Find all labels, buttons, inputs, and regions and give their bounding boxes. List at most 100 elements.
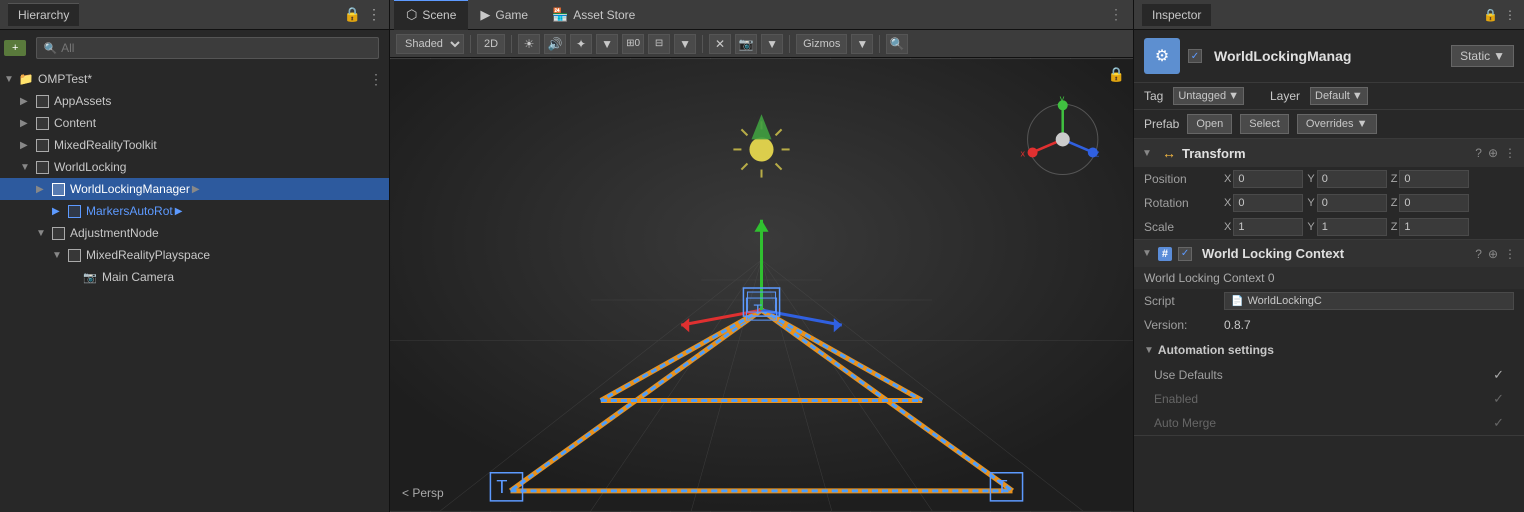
inspector-more-icon[interactable]: ⋮ (1504, 8, 1516, 22)
static-label: Static (1460, 49, 1490, 63)
search-bar[interactable]: 🔍 (36, 37, 379, 59)
arrow-content: ▶ (20, 118, 34, 129)
scene-lock-icon[interactable]: 🔒 (1108, 66, 1125, 83)
camera-btn2[interactable]: ▼ (761, 34, 783, 54)
tab-assetstore[interactable]: 🏪 Asset Store (540, 0, 647, 30)
transform-header[interactable]: ▼ ↔ Transform ? ⊕ ⋮ (1134, 139, 1524, 167)
arrow-worldlocking: ▼ (20, 162, 34, 173)
enabled-row: Enabled ✓ (1134, 387, 1524, 411)
tab-game[interactable]: ▶ Game (468, 0, 540, 30)
scale-y-field[interactable]: 1 (1317, 218, 1387, 236)
more-options-omptest[interactable]: ⋮ (369, 71, 383, 88)
tree-item-content[interactable]: ▶ Content (0, 112, 389, 134)
tree-item-markersautorot[interactable]: ▶ MarkersAutoRot ▶ (0, 200, 389, 222)
tree-item-maincamera[interactable]: ▶ 📷 Main Camera (0, 266, 389, 288)
scale-z-field[interactable]: 1 (1399, 218, 1469, 236)
tree-item-mixedreality[interactable]: ▶ MixedRealityToolkit (0, 134, 389, 156)
enabled-checkbox[interactable]: ✓ (1493, 391, 1504, 407)
script-label: Script (1144, 294, 1224, 308)
pos-z-field[interactable]: 0 (1399, 170, 1469, 188)
grid-toggle[interactable]: ⊞0 (622, 34, 644, 54)
center-panel-more[interactable]: ⋮ (1109, 6, 1129, 23)
scale-x-field[interactable]: 1 (1233, 218, 1303, 236)
arrow-playspace: ▼ (52, 250, 66, 261)
search-scene-btn[interactable]: 🔍 (886, 34, 908, 54)
2d-button[interactable]: 2D (477, 34, 505, 54)
tree-item-worldlocking[interactable]: ▼ WorldLocking (0, 156, 389, 178)
search-input[interactable] (61, 41, 372, 55)
add-button[interactable]: + (4, 40, 26, 56)
object-icon-symbol: ⚙ (1155, 46, 1169, 66)
tab-scene[interactable]: ⬡ Scene (394, 0, 468, 30)
light-toggle[interactable]: ☀ (518, 34, 540, 54)
pos-x-axis: X (1224, 173, 1231, 185)
hierarchy-panel: Hierarchy 🔒 ⋮ + 🔍 ▼ 📁 OMPTest* ⋮ ▶ AppAs… (0, 0, 390, 512)
script-name: WorldLockingC (1247, 295, 1321, 307)
wlc-snap-icon[interactable]: ⊕ (1488, 247, 1498, 261)
more-icon[interactable]: ⋮ (367, 6, 381, 23)
fx-toggle[interactable]: ✦ (570, 34, 592, 54)
layer-dropdown-arrow: ▼ (1352, 90, 1363, 102)
tag-label: Tag (1144, 89, 1163, 103)
wlc-more-icon[interactable]: ⋮ (1504, 247, 1516, 261)
tree-item-adjustmentnode[interactable]: ▼ AdjustmentNode (0, 222, 389, 244)
wlc-actions: ? ⊕ ⋮ (1475, 247, 1516, 261)
gizmos-button[interactable]: Gizmos (796, 34, 847, 54)
wlc-enable-checkbox[interactable]: ✓ (1178, 247, 1192, 261)
transform-snap-icon[interactable]: ⊕ (1488, 146, 1498, 160)
use-defaults-row: Use Defaults ✓ (1134, 363, 1524, 387)
rot-x-field[interactable]: 0 (1233, 194, 1303, 212)
transform-tool[interactable]: ✕ (709, 34, 731, 54)
tree-item-worldlockingmanager[interactable]: ▶ WorldLockingManager ▶ (0, 178, 389, 200)
overrides-button[interactable]: Overrides ▼ (1297, 114, 1377, 134)
tree-item-mixedrealityplayspace[interactable]: ▼ MixedRealityPlayspace (0, 244, 389, 266)
svg-text:x: x (1021, 148, 1026, 158)
open-button[interactable]: Open (1187, 114, 1232, 134)
inspector-tab[interactable]: Inspector (1142, 4, 1211, 26)
grid-btn2[interactable]: ⊟ (648, 34, 670, 54)
folder-icon-omptest: 📁 (18, 71, 34, 87)
audio-toggle[interactable]: 🔊 (544, 34, 566, 54)
cube-icon-adjustmentnode (50, 225, 66, 241)
pos-y-field[interactable]: 0 (1317, 170, 1387, 188)
script-value[interactable]: 📄 WorldLockingC (1224, 292, 1514, 310)
wlc-header[interactable]: ▼ # ✓ World Locking Context ? ⊕ ⋮ (1134, 240, 1524, 267)
automation-header[interactable]: ▼ Automation settings (1134, 337, 1524, 363)
cube-icon-content (34, 115, 50, 131)
grid-btn3[interactable]: ▼ (674, 34, 696, 54)
use-defaults-label: Use Defaults (1154, 368, 1493, 382)
skybox-toggle[interactable]: ▼ (596, 34, 618, 54)
rot-y-field[interactable]: 0 (1317, 194, 1387, 212)
tree-item-appassets[interactable]: ▶ AppAssets (0, 90, 389, 112)
layer-dropdown[interactable]: Default ▼ (1310, 87, 1368, 105)
inspector-lock-icon[interactable]: 🔒 (1483, 8, 1498, 22)
center-panel: ⬡ Scene ▶ Game 🏪 Asset Store ⋮ Shaded 2D… (390, 0, 1134, 512)
scale-label: Scale (1144, 220, 1224, 234)
gizmos-dropdown[interactable]: ▼ (851, 34, 873, 54)
scene-toolbar: Shaded 2D ☀ 🔊 ✦ ▼ ⊞0 ⊟ ▼ ✕ 📷 ▼ Gizmos ▼ … (390, 30, 1133, 58)
hierarchy-tab[interactable]: Hierarchy (8, 3, 79, 26)
toolbar-divider-1 (470, 35, 471, 53)
transform-more-icon[interactable]: ⋮ (1504, 146, 1516, 160)
tag-dropdown[interactable]: Untagged ▼ (1173, 87, 1244, 105)
tree-item-omptest[interactable]: ▼ 📁 OMPTest* ⋮ (0, 68, 389, 90)
lock-icon[interactable]: 🔒 (344, 6, 361, 23)
scene-viewport[interactable]: T T T (390, 58, 1133, 512)
shading-select[interactable]: Shaded (396, 34, 464, 54)
toolbar-divider-3 (702, 35, 703, 53)
pos-x-field[interactable]: 0 (1233, 170, 1303, 188)
static-button[interactable]: Static ▼ (1451, 45, 1514, 67)
overrides-arrow: ▼ (1357, 118, 1368, 130)
enable-checkbox[interactable]: ✓ (1188, 49, 1202, 63)
use-defaults-checkbox[interactable]: ✓ (1493, 367, 1504, 383)
wlc-help-icon[interactable]: ? (1475, 247, 1482, 261)
position-row: Position X 0 Y 0 Z 0 (1134, 167, 1524, 191)
auto-merge-checkbox[interactable]: ✓ (1493, 415, 1504, 431)
rot-z-field[interactable]: 0 (1399, 194, 1469, 212)
version-row: Version: 0.8.7 (1134, 313, 1524, 337)
camera-tool[interactable]: 📷 (735, 34, 757, 54)
cube-icon-mixedreality (34, 137, 50, 153)
select-button[interactable]: Select (1240, 114, 1289, 134)
rot-x-axis: X (1224, 197, 1231, 209)
transform-help-icon[interactable]: ? (1475, 146, 1482, 160)
